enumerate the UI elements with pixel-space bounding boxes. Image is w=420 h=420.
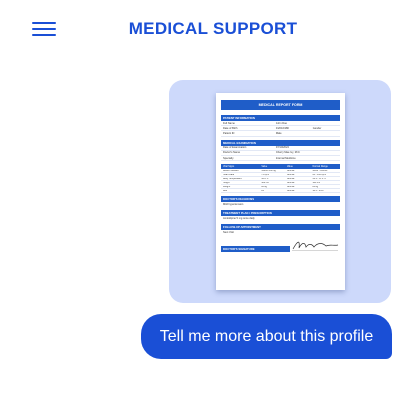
vitals-cell: 60 - 100 bpm	[312, 173, 326, 176]
vitals-cell: Normal	[286, 189, 295, 192]
vitals-cell: 36.1 - 37.2°C	[312, 177, 327, 180]
vitals-row: BMI 24 Normal 18.5 - 24.9	[221, 189, 340, 194]
vitals-cell: 24	[261, 189, 264, 192]
exam-rows: Date of Examination 07/10/2024 Doctor's Na…	[221, 146, 340, 162]
patient-value: 01/01/1980	[275, 126, 289, 130]
vitals-cell: Body Temperature	[223, 177, 242, 180]
patient-label: Date of Birth	[223, 126, 238, 130]
report-title: MEDICAL REPORT FORM	[221, 100, 340, 110]
followup-text: Next Visit	[223, 231, 234, 235]
patient-info-rows: Full Name John Doe Date of Birth 01/01/1980…	[221, 121, 340, 137]
signature-image	[292, 241, 339, 251]
vitals-cell: Heart Rate	[223, 173, 235, 176]
exam-value: 07/10/2024	[275, 146, 289, 150]
vitals-cell: 90/60 - 120/80	[312, 169, 328, 172]
signature-row: DOCTOR'S SIGNATURE	[221, 238, 340, 253]
patient-value: Male	[275, 131, 282, 135]
treatment-text: Amlodipine 5 mg once daily	[223, 217, 255, 221]
vitals-cell: Normal	[286, 173, 295, 176]
vitals-header-cell: Normal Range	[312, 165, 328, 169]
signature-heading: DOCTOR'S SIGNATURE	[221, 246, 290, 253]
vitals-header-cell: Vital Signs	[223, 165, 235, 169]
vitals-cell: Normal	[286, 177, 295, 180]
vitals-cell: Normal	[286, 181, 295, 184]
vitals-cell: 120/80 mmHg	[261, 169, 276, 172]
patient-label: Full Name	[223, 121, 235, 125]
patient-label: Patient ID	[223, 131, 235, 135]
exam-label: Date of Examination	[223, 146, 247, 150]
patient-row: Patient ID Male	[221, 131, 340, 137]
vitals-cell: Weight	[223, 185, 231, 188]
exam-label: Specialty	[223, 156, 234, 160]
vitals-table-body: Blood Pressure 120/80 mmHg Normal 90/60 - 1…	[221, 169, 340, 194]
vitals-cell: Normal	[286, 169, 295, 172]
diagnosis-text: Mild hypertension	[223, 203, 244, 207]
vitals-cell: 180 cm	[312, 181, 320, 184]
vitals-header-cell: Value	[286, 165, 293, 169]
vitals-cell: Height	[223, 181, 230, 184]
vitals-header-cell: Value	[261, 165, 268, 169]
vitals-cell: 18.5 - 24.9	[312, 189, 324, 192]
exam-row: Specialty Internal Medicine	[221, 156, 340, 162]
exam-value: Internal Medicine	[275, 156, 296, 160]
vitals-cell: 180 cm	[261, 181, 269, 184]
patient-value: John Doe	[275, 121, 287, 125]
vitals-cell: 80 kg	[261, 185, 267, 188]
user-message-bubble[interactable]: Tell me more about this profile	[141, 314, 392, 359]
patient-extra: Gender	[312, 126, 322, 130]
exam-value: Cherry Mae Ivy, M.D.	[275, 151, 301, 155]
vitals-cell: 80 kg	[312, 185, 319, 188]
vitals-cell: 75 bpm	[261, 173, 269, 176]
vitals-cell: Blood Pressure	[223, 169, 239, 172]
page-title: MEDICAL SUPPORT	[128, 19, 298, 38]
vitals-cell: 36.6°C	[261, 177, 269, 180]
image-message-bubble[interactable]: MEDICAL REPORT FORM PATIENT INFORMATION …	[169, 80, 391, 303]
medical-report-document: MEDICAL REPORT FORM PATIENT INFORMATION …	[216, 93, 345, 290]
exam-label: Doctor's Name	[223, 151, 241, 155]
vitals-cell: BMI	[223, 189, 228, 192]
vitals-cell: Normal	[286, 185, 295, 188]
